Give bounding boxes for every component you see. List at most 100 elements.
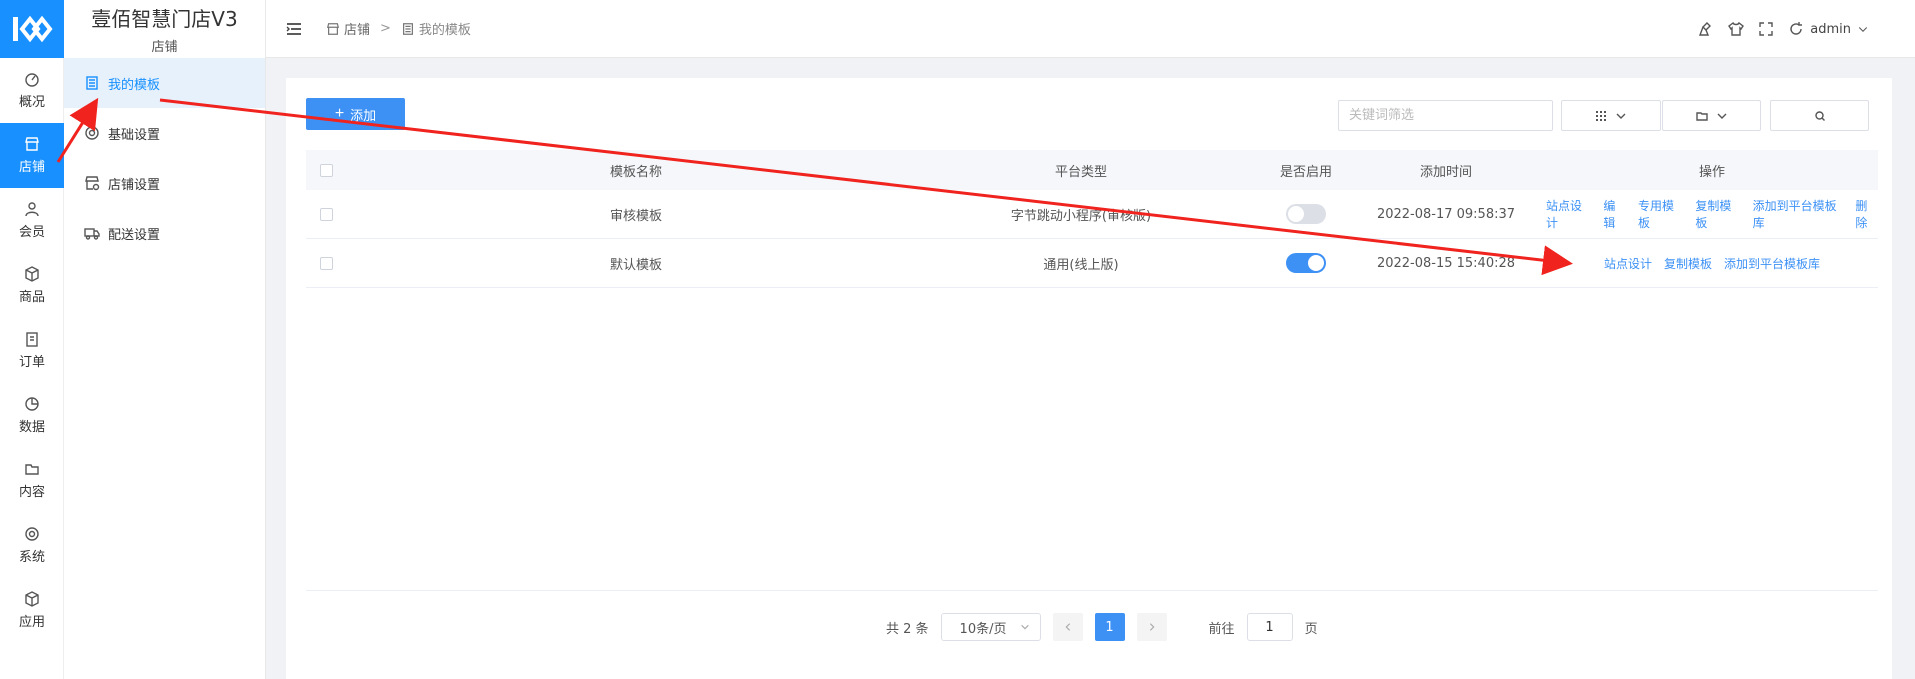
refresh-icon[interactable] — [1788, 21, 1804, 37]
app-title: 壹佰智慧门店V3 — [91, 7, 238, 31]
breadcrumb-current: 我的模板 — [418, 23, 471, 38]
store-icon — [25, 137, 39, 151]
rail-item-members[interactable]: 会员 — [0, 188, 64, 253]
rail-item-products[interactable]: 商品 — [0, 253, 64, 318]
clean-brush-icon[interactable] — [1698, 21, 1714, 37]
column-header: 添加时间 — [1419, 164, 1472, 180]
rail-item-system[interactable]: 系统 — [0, 513, 64, 578]
rail-label: 商品 — [18, 290, 45, 305]
top-header: 店铺 > 我的模板 admin — [266, 0, 1915, 58]
export-menu-button[interactable] — [1662, 100, 1761, 131]
gear-icon — [25, 527, 39, 541]
column-header: 平台类型 — [1054, 164, 1107, 180]
platform-type: 通用(线上版) — [1043, 257, 1119, 273]
grid-icon — [1596, 110, 1606, 121]
side-item-label: 店铺设置 — [108, 177, 161, 193]
op-edit[interactable]: 编辑 — [1603, 197, 1626, 231]
next-page-button[interactable] — [1136, 613, 1167, 641]
fullscreen-icon[interactable] — [1758, 21, 1774, 37]
page-size-select[interactable]: 10条/页 — [940, 613, 1041, 641]
chevron-left-icon — [1065, 623, 1070, 631]
op-add-to-platform-library[interactable]: 添加到平台模板库 — [1724, 255, 1820, 272]
rail-item-data[interactable]: 数据 — [0, 383, 64, 448]
column-header: 模板名称 — [609, 164, 662, 180]
side-item-label: 我的模板 — [108, 77, 161, 93]
side-item-label: 基础设置 — [108, 127, 161, 143]
shirt-icon[interactable] — [1728, 21, 1745, 37]
rail-item-apps[interactable]: 应用 — [0, 578, 64, 643]
templates-table: 模板名称 平台类型 是否启用 添加时间 操作 审核模板 字节跳动小程序(审核版)… — [306, 150, 1878, 288]
rail-item-content[interactable]: 内容 — [0, 448, 64, 513]
plus-icon: + — [334, 105, 345, 122]
rail-label: 内容 — [18, 485, 45, 500]
user-menu[interactable]: admin — [1788, 21, 1869, 37]
rail-item-overview[interactable]: 概况 — [0, 58, 64, 123]
add-button[interactable]: + 添加 — [306, 98, 405, 130]
sub-sidebar: 壹佰智慧门店V3 店铺 我的模板 基础设置 店铺设置 配送设置 — [64, 0, 266, 679]
op-site-design[interactable]: 站点设计 — [1546, 197, 1591, 231]
side-item-basic-settings[interactable]: 基础设置 — [64, 108, 265, 158]
rail-item-orders[interactable]: 订单 — [0, 318, 64, 383]
platform-type: 字节跳动小程序(审核版) — [1010, 208, 1152, 224]
app-logo[interactable] — [0, 0, 64, 58]
row-checkbox[interactable] — [319, 207, 333, 221]
prev-page-button[interactable] — [1052, 613, 1083, 641]
gear-icon — [85, 126, 99, 140]
op-site-design[interactable]: 站点设计 — [1604, 255, 1652, 272]
template-icon — [86, 76, 98, 90]
view-toggle-button[interactable] — [1561, 100, 1661, 131]
goto-prefix: 前往 — [1208, 621, 1235, 637]
template-name: 审核模板 — [609, 208, 662, 224]
app-subtitle: 店铺 — [151, 40, 178, 55]
op-copy-template[interactable]: 复制模板 — [1695, 197, 1740, 231]
op-copy-template[interactable]: 复制模板 — [1664, 255, 1712, 272]
rail-item-store[interactable]: 店铺 — [0, 123, 64, 188]
chevron-down-icon — [1020, 624, 1029, 630]
goto-suffix: 页 — [1304, 621, 1318, 637]
side-item-label: 配送设置 — [108, 227, 161, 243]
page-number-current[interactable]: 1 — [1094, 613, 1125, 641]
chevron-down-icon — [1858, 27, 1868, 32]
goto-page-input[interactable] — [1246, 613, 1293, 641]
side-item-my-templates[interactable]: 我的模板 — [64, 58, 265, 108]
rail-label: 系统 — [18, 550, 45, 565]
op-add-to-platform-library[interactable]: 添加到平台模板库 — [1753, 197, 1844, 231]
enable-switch[interactable] — [1286, 253, 1326, 273]
user-icon — [25, 202, 39, 217]
store-settings-icon — [85, 176, 100, 191]
chevron-down-icon — [1717, 113, 1726, 119]
rail-label: 数据 — [18, 420, 45, 435]
header-actions: admin — [1698, 0, 1869, 58]
box-icon — [25, 266, 39, 282]
page-size-value: 10条/页 — [959, 621, 1007, 637]
table-row: 默认模板 通用(线上版) 2022-08-15 15:40:28 站点设计 复制… — [306, 239, 1878, 288]
search-button[interactable] — [1770, 100, 1869, 131]
side-item-delivery-settings[interactable]: 配送设置 — [64, 208, 265, 258]
folder-icon — [25, 464, 39, 475]
keyword-filter-input[interactable] — [1338, 100, 1553, 131]
search-icon — [1814, 110, 1825, 121]
breadcrumb-separator: > — [380, 21, 391, 36]
table-row: 审核模板 字节跳动小程序(审核版) 2022-08-17 09:58:37 站点… — [306, 190, 1878, 239]
menu-toggle-icon[interactable] — [286, 22, 302, 36]
template-name: 默认模板 — [609, 257, 662, 273]
side-item-store-settings[interactable]: 店铺设置 — [64, 158, 265, 208]
row-checkbox[interactable] — [319, 256, 333, 270]
added-time: 2022-08-17 09:58:37 — [1376, 206, 1516, 222]
total-count: 共 2 条 — [886, 621, 929, 637]
truck-icon — [84, 228, 100, 240]
store-icon — [326, 22, 340, 35]
clipboard-icon — [26, 332, 38, 347]
cube-icon — [25, 591, 39, 607]
breadcrumb-parent[interactable]: 店铺 — [344, 19, 370, 38]
op-delete[interactable]: 删除 — [1855, 197, 1878, 231]
username: admin — [1810, 21, 1851, 37]
select-all-checkbox[interactable] — [319, 163, 333, 177]
rail-label: 订单 — [18, 355, 45, 370]
chevron-right-icon — [1149, 623, 1155, 631]
enable-switch[interactable] — [1286, 204, 1326, 224]
rail-label: 应用 — [18, 615, 45, 630]
content-card: + 添加 模板名称 平台类型 是否启用 添加时间 操作 审核模板 字节跳动小程序… — [286, 78, 1892, 679]
dashboard-icon — [25, 73, 39, 87]
op-dedicated-template[interactable]: 专用模板 — [1638, 197, 1683, 231]
